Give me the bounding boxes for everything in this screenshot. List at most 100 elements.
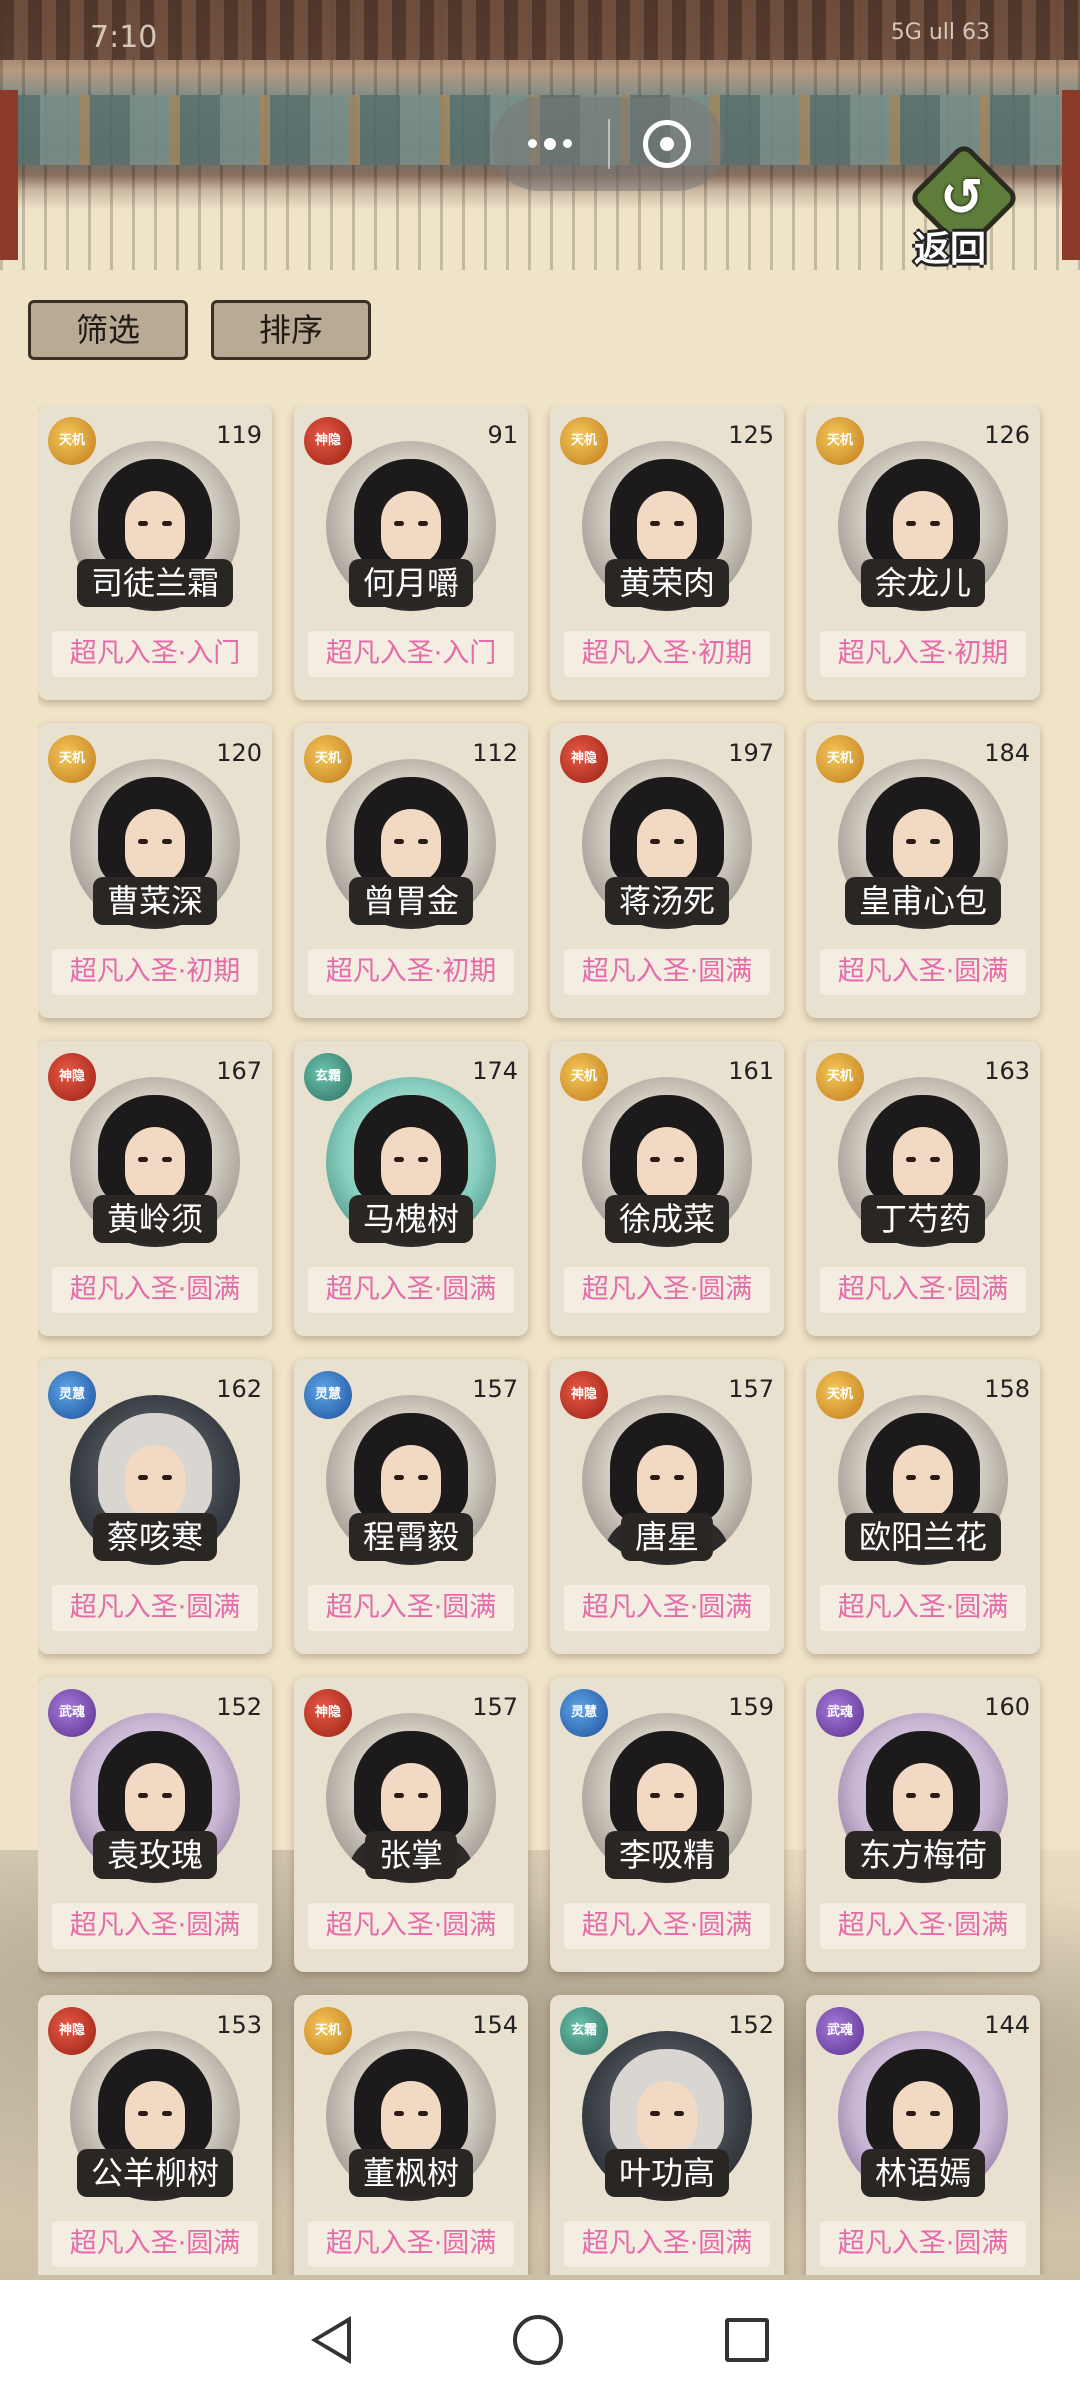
character-level: 91 — [487, 421, 518, 449]
faction-badge-icon: 神隐 — [304, 417, 352, 465]
cultivation-realm: 超凡入圣·初期 — [564, 631, 770, 677]
character-level: 154 — [472, 2011, 518, 2039]
character-level: 197 — [728, 739, 774, 767]
character-card[interactable]: 玄霜 174 马槐树 超凡入圣·圆满 — [294, 1041, 528, 1336]
character-level: 161 — [728, 1057, 774, 1085]
character-name: 马槐树 — [348, 1195, 474, 1243]
character-card[interactable]: 天机 126 余龙儿超凡入圣·初期 — [806, 405, 1040, 700]
character-level: 157 — [472, 1693, 518, 1721]
more-dots-icon[interactable] — [492, 137, 608, 150]
character-card[interactable]: 神隐 157 张掌 超凡入圣·圆满 — [294, 1677, 528, 1972]
character-card[interactable]: 武魂 152 袁玫瑰 超凡入圣·圆满 — [38, 1677, 272, 1972]
character-card[interactable]: 灵慧 157 程霄毅 超凡入圣·圆满 — [294, 1359, 528, 1654]
character-card[interactable]: 天机 158 欧阳兰花 超凡入圣·圆满 — [806, 1359, 1040, 1654]
cultivation-realm: 超凡入圣·初期 — [308, 949, 514, 995]
character-card[interactable]: 灵慧 159 李吸精 超凡入圣·圆满 — [550, 1677, 784, 1972]
pillar-right — [1062, 90, 1080, 260]
character-card[interactable]: 神隐 167 黄岭须 超凡入圣·圆满 — [38, 1041, 272, 1336]
system-nav-bar — [0, 2280, 1080, 2400]
nav-back-icon[interactable] — [311, 2316, 351, 2364]
character-level: 167 — [216, 1057, 262, 1085]
character-card[interactable]: 灵慧 162 蔡咳寒 超凡入圣·圆满 — [38, 1359, 272, 1654]
cultivation-realm: 超凡入圣·圆满 — [308, 2221, 514, 2267]
character-card[interactable]: 天机 154 董枫树超凡入圣·圆满 — [294, 1995, 528, 2275]
back-button[interactable]: ↺ 返回 — [907, 141, 1021, 270]
nav-recent-icon[interactable] — [725, 2318, 769, 2362]
character-name: 余龙儿 — [860, 559, 986, 607]
character-card[interactable]: 神隐 157 唐星超凡入圣·圆满 — [550, 1359, 784, 1654]
character-card[interactable]: 神隐 91 何月嚼 超凡入圣·入门 — [294, 405, 528, 700]
cultivation-realm: 超凡入圣·初期 — [820, 631, 1026, 677]
faction-badge-icon: 神隐 — [48, 2007, 96, 2055]
character-name: 董枫树 — [348, 2149, 474, 2197]
faction-badge-icon: 天机 — [304, 2007, 352, 2055]
faction-badge-icon: 灵慧 — [560, 1689, 608, 1737]
character-level: 152 — [728, 2011, 774, 2039]
faction-badge-icon: 武魂 — [816, 1689, 864, 1737]
cultivation-realm: 超凡入圣·初期 — [52, 949, 258, 995]
character-card[interactable]: 神隐 153 公羊柳树 超凡入圣·圆满 — [38, 1995, 272, 2275]
faction-badge-icon: 天机 — [304, 735, 352, 783]
cultivation-realm: 超凡入圣·圆满 — [308, 1585, 514, 1631]
character-level: 163 — [984, 1057, 1030, 1085]
cultivation-realm: 超凡入圣·圆满 — [820, 949, 1026, 995]
faction-badge-icon: 玄霜 — [560, 2007, 608, 2055]
character-card[interactable]: 天机 125 黄荣肉 超凡入圣·初期 — [550, 405, 784, 700]
character-level: 153 — [216, 2011, 262, 2039]
character-name: 唐星 — [620, 1513, 714, 1561]
character-name: 曾胃金 — [348, 877, 474, 925]
character-name: 李吸精 — [604, 1831, 730, 1879]
character-name: 欧阳兰花 — [844, 1513, 1002, 1561]
character-level: 162 — [216, 1375, 262, 1403]
character-level: 184 — [984, 739, 1030, 767]
character-card[interactable]: 天机 161 徐成菜 超凡入圣·圆满 — [550, 1041, 784, 1336]
character-name: 曹菜深 — [92, 877, 218, 925]
character-card[interactable]: 武魂 144 林语嫣 超凡入圣·圆满 — [806, 1995, 1040, 2275]
nav-home-icon[interactable] — [513, 2315, 563, 2365]
cultivation-realm: 超凡入圣·圆满 — [564, 1267, 770, 1313]
status-time: 7:10 — [90, 20, 158, 55]
character-card[interactable]: 天机 163 丁芍药 超凡入圣·圆满 — [806, 1041, 1040, 1336]
character-card[interactable]: 天机 112 曾胃金 超凡入圣·初期 — [294, 723, 528, 1018]
character-level: 119 — [216, 421, 262, 449]
character-card[interactable]: 玄霜 152 叶功高超凡入圣·圆满 — [550, 1995, 784, 2275]
cultivation-realm: 超凡入圣·圆满 — [308, 1903, 514, 1949]
character-card[interactable]: 天机 119 司徒兰霜 超凡入圣·入门 — [38, 405, 272, 700]
faction-badge-icon: 天机 — [816, 735, 864, 783]
faction-badge-icon: 玄霜 — [304, 1053, 352, 1101]
faction-badge-icon: 武魂 — [48, 1689, 96, 1737]
cultivation-realm: 超凡入圣·圆满 — [564, 949, 770, 995]
faction-badge-icon: 神隐 — [560, 1371, 608, 1419]
character-name: 黄岭须 — [92, 1195, 218, 1243]
faction-badge-icon: 天机 — [816, 1053, 864, 1101]
close-circle-icon[interactable] — [610, 120, 724, 168]
character-name: 徐成菜 — [604, 1195, 730, 1243]
cultivation-realm: 超凡入圣·圆满 — [820, 1267, 1026, 1313]
character-level: 159 — [728, 1693, 774, 1721]
cultivation-realm: 超凡入圣·圆满 — [820, 1585, 1026, 1631]
faction-badge-icon: 天机 — [48, 735, 96, 783]
cultivation-realm: 超凡入圣·圆满 — [52, 1903, 258, 1949]
filter-button[interactable]: 筛选 — [28, 300, 188, 360]
character-card[interactable]: 天机 184 皇甫心包 超凡入圣·圆满 — [806, 723, 1040, 1018]
faction-badge-icon: 灵慧 — [304, 1371, 352, 1419]
faction-badge-icon: 神隐 — [560, 735, 608, 783]
character-card[interactable]: 天机 120 曹菜深超凡入圣·初期 — [38, 723, 272, 1018]
character-level: 157 — [728, 1375, 774, 1403]
cultivation-realm: 超凡入圣·圆满 — [820, 2221, 1026, 2267]
character-name: 叶功高 — [604, 2149, 730, 2197]
character-level: 120 — [216, 739, 262, 767]
cultivation-realm: 超凡入圣·圆满 — [564, 2221, 770, 2267]
character-card[interactable]: 武魂 160 东方梅荷 超凡入圣·圆满 — [806, 1677, 1040, 1972]
character-card[interactable]: 神隐 197 蒋汤死 超凡入圣·圆满 — [550, 723, 784, 1018]
sort-button[interactable]: 排序 — [211, 300, 371, 360]
character-level: 158 — [984, 1375, 1030, 1403]
character-name: 袁玫瑰 — [92, 1831, 218, 1879]
cultivation-realm: 超凡入圣·圆满 — [52, 1267, 258, 1313]
cultivation-realm: 超凡入圣·圆满 — [52, 2221, 258, 2267]
character-level: 126 — [984, 421, 1030, 449]
status-indicators: 5G ull 63 — [890, 20, 990, 45]
cultivation-realm: 超凡入圣·圆满 — [564, 1585, 770, 1631]
character-level: 160 — [984, 1693, 1030, 1721]
faction-badge-icon: 天机 — [816, 417, 864, 465]
